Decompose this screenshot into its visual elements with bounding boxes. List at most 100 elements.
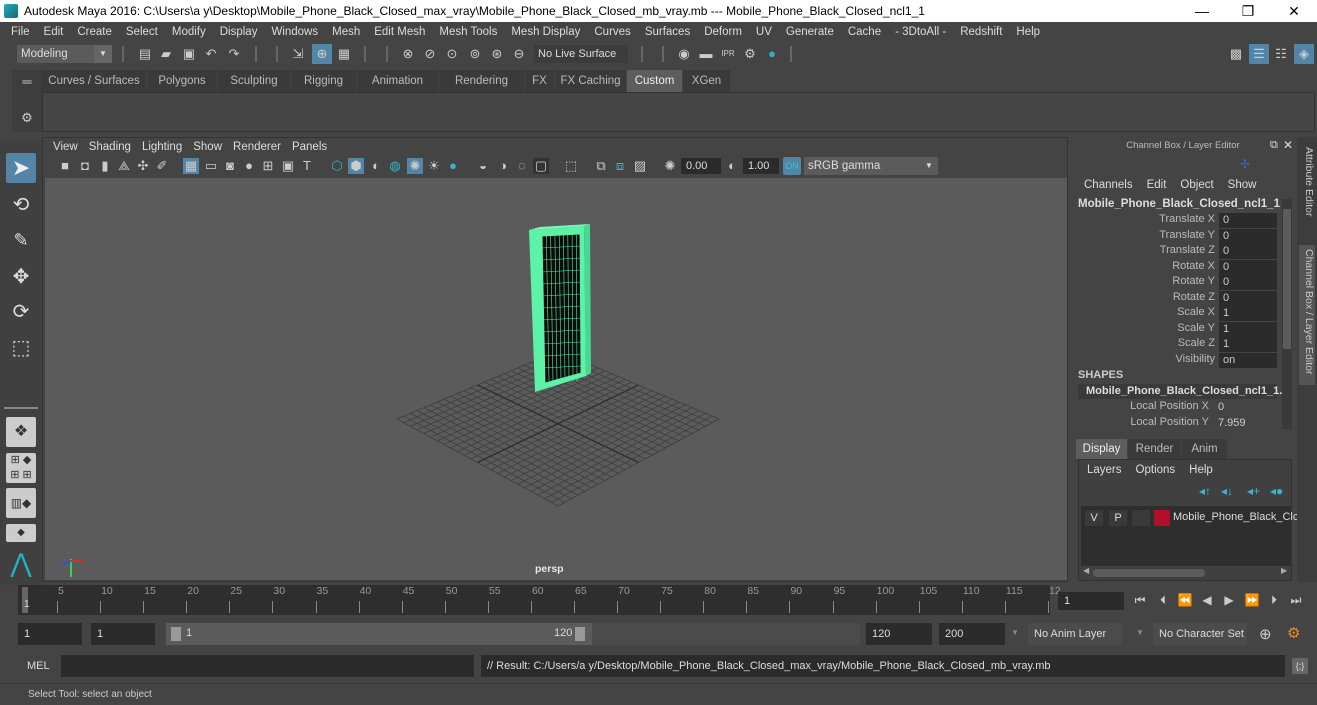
channel-value[interactable]: 0 <box>1219 275 1277 290</box>
channel-value[interactable]: 0 <box>1214 400 1272 415</box>
menu-redshift[interactable]: Redshift <box>953 26 1009 38</box>
menu-file[interactable]: File <box>4 26 37 38</box>
scroll-right-icon[interactable]: ▶ <box>1281 566 1287 575</box>
gamma-field[interactable]: 1.00 <box>743 158 779 174</box>
select-hierarchy-icon[interactable]: ⇲ <box>290 46 306 62</box>
anti-aliasing-icon[interactable]: ◌ <box>514 158 530 174</box>
redo-icon[interactable]: ↷ <box>226 46 242 62</box>
snap-projected-icon[interactable]: ⊚ <box>467 46 483 62</box>
channel-row[interactable]: Translate X 0 <box>1072 213 1277 228</box>
move-layer-down-icon[interactable]: ◂↓ <box>1221 484 1233 498</box>
viewport-3d[interactable]: persp <box>45 178 1067 580</box>
outliner-layout-icon[interactable]: ▥◆ <box>6 488 36 518</box>
wireframe-icon[interactable]: ⬡ <box>329 158 345 174</box>
hypershade-icon[interactable]: ● <box>764 46 780 62</box>
snap-view-icon[interactable]: ⊛ <box>489 46 505 62</box>
screen-space-ao-icon[interactable]: ◒ <box>475 158 491 174</box>
menu-mesh-tools[interactable]: Mesh Tools <box>432 26 504 38</box>
layer-tab-render[interactable]: Render <box>1128 439 1182 459</box>
layer-tab-anim[interactable]: Anim <box>1182 439 1228 459</box>
shelf-tab-animation[interactable]: Animation <box>357 70 439 92</box>
step-forward-frame-icon[interactable]: ⏵ <box>1266 592 1282 608</box>
end-time-field[interactable]: 200 <box>939 623 1005 645</box>
anim-layer-dropdown[interactable]: No Anim Layer <box>1028 623 1122 645</box>
snap-curve-icon[interactable]: ⊘ <box>422 46 438 62</box>
make-live-icon[interactable]: ⊖ <box>511 46 527 62</box>
shelf-tab-rendering[interactable]: Rendering <box>439 70 525 92</box>
menu-mesh[interactable]: Mesh <box>325 26 367 38</box>
gear-icon[interactable]: ⚙ <box>19 110 35 126</box>
channel-scrollbar[interactable] <box>1282 199 1292 429</box>
attribute-editor-toggle-icon[interactable]: ☰ <box>1249 44 1269 64</box>
layer-menu-options[interactable]: Options <box>1136 464 1176 476</box>
layer-menu-help[interactable]: Help <box>1189 464 1213 476</box>
range-end-handle[interactable] <box>575 627 585 641</box>
shelf-tab-curves-surfaces[interactable]: Curves / Surfaces <box>42 70 147 92</box>
menu-deform[interactable]: Deform <box>697 26 749 38</box>
2d-pan-zoom-icon[interactable]: ✣ <box>135 158 151 174</box>
bookmark-icon[interactable]: ▮ <box>97 158 113 174</box>
menu-edit[interactable]: Edit <box>37 26 71 38</box>
move-tool-icon[interactable]: ✥ <box>6 262 36 292</box>
gate-mask-icon[interactable]: ● <box>241 158 257 174</box>
lights-icon[interactable]: ☀ <box>426 158 442 174</box>
shelf-tab-xgen[interactable]: XGen <box>683 70 731 92</box>
channel-row[interactable]: Rotate Z 0 <box>1072 290 1277 306</box>
current-frame-field[interactable]: 1 <box>1058 592 1124 610</box>
menu-windows[interactable]: Windows <box>264 26 325 38</box>
menu-mesh-display[interactable]: Mesh Display <box>504 26 587 38</box>
menu-uv[interactable]: UV <box>749 26 779 38</box>
go-to-end-icon[interactable]: ⏭ <box>1288 592 1304 608</box>
graph-layout-icon[interactable]: ◆ <box>6 524 36 542</box>
xray-icon[interactable]: ⧉ <box>593 158 609 174</box>
safe-action-icon[interactable]: ▣ <box>280 158 296 174</box>
tool-settings-toggle-icon[interactable]: ☷ <box>1273 46 1289 62</box>
play-forward-icon[interactable]: ▶ <box>1221 592 1237 608</box>
playback-end-field[interactable]: 120 <box>866 623 932 645</box>
menu-3dtoall[interactable]: - 3DtoAll - <box>888 26 953 38</box>
channel-row[interactable]: Rotate X 0 <box>1072 259 1277 275</box>
step-back-frame-icon[interactable]: ⏴ <box>1155 592 1171 608</box>
layer-row[interactable]: V P Mobile_Phone_Black_Clc <box>1085 510 1298 526</box>
go-to-start-icon[interactable]: ⏮ <box>1132 592 1148 608</box>
viewport-menu-renderer[interactable]: Renderer <box>231 141 290 153</box>
character-set-dropdown[interactable]: No Character Set <box>1153 623 1247 645</box>
auto-key-icon[interactable]: ⊕ <box>1259 625 1272 643</box>
range-slider[interactable]: 1 120 <box>166 623 592 645</box>
save-scene-icon[interactable]: ▣ <box>181 46 197 62</box>
live-surface-field[interactable]: No Live Surface <box>534 45 628 63</box>
menu-cache[interactable]: Cache <box>841 26 888 38</box>
layer-name[interactable]: Mobile_Phone_Black_Clc <box>1173 511 1298 523</box>
channel-box-tab[interactable]: Channel Box / Layer Editor <box>1299 245 1315 385</box>
snap-point-icon[interactable]: ⊙ <box>444 46 460 62</box>
menu-create[interactable]: Create <box>70 26 119 38</box>
new-layer-icon[interactable]: ◂+ <box>1247 484 1260 498</box>
smooth-shade-icon[interactable]: ⬢ <box>348 158 364 174</box>
channel-menu-show[interactable]: Show <box>1228 179 1257 193</box>
step-back-key-icon[interactable]: ⏪ <box>1177 592 1193 608</box>
shelf-tab-fx[interactable]: FX <box>525 70 555 92</box>
channel-value[interactable]: 7.959 <box>1214 416 1272 431</box>
channel-menu-object[interactable]: Object <box>1180 179 1213 193</box>
film-gate-icon[interactable]: ▭ <box>203 158 219 174</box>
scrollbar-thumb[interactable] <box>1093 569 1205 577</box>
channel-value[interactable]: 0 <box>1219 213 1277 228</box>
shelf-tab-custom[interactable]: Custom <box>627 70 683 92</box>
snap-grid-icon[interactable]: ⊗ <box>400 46 416 62</box>
shelf-tab-polygons[interactable]: Polygons <box>147 70 218 92</box>
shape-name[interactable]: Mobile_Phone_Black_Closed_ncl1_1... <box>1078 384 1288 399</box>
step-forward-key-icon[interactable]: ⏩ <box>1244 592 1260 608</box>
layer-tab-display[interactable]: Display <box>1076 439 1128 459</box>
viewport-menu-show[interactable]: Show <box>191 141 231 153</box>
grid-icon[interactable]: ▦ <box>183 158 199 174</box>
select-tool-icon[interactable]: ➤ <box>6 153 36 183</box>
field-chart-icon[interactable]: ⊞ <box>260 158 276 174</box>
exposure-field[interactable]: 0.00 <box>681 158 721 174</box>
float-panel-icon[interactable]: ⧉ <box>1270 139 1278 152</box>
new-scene-icon[interactable]: ▤ <box>137 46 153 62</box>
motion-blur-icon[interactable]: ◑ <box>495 158 511 174</box>
shadows-icon[interactable]: ● <box>445 158 461 174</box>
script-editor-icon[interactable]: {;} <box>1292 658 1308 674</box>
shelf-tab-rigging[interactable]: Rigging <box>291 70 357 92</box>
grease-pencil-icon[interactable]: ✐ <box>154 158 170 174</box>
